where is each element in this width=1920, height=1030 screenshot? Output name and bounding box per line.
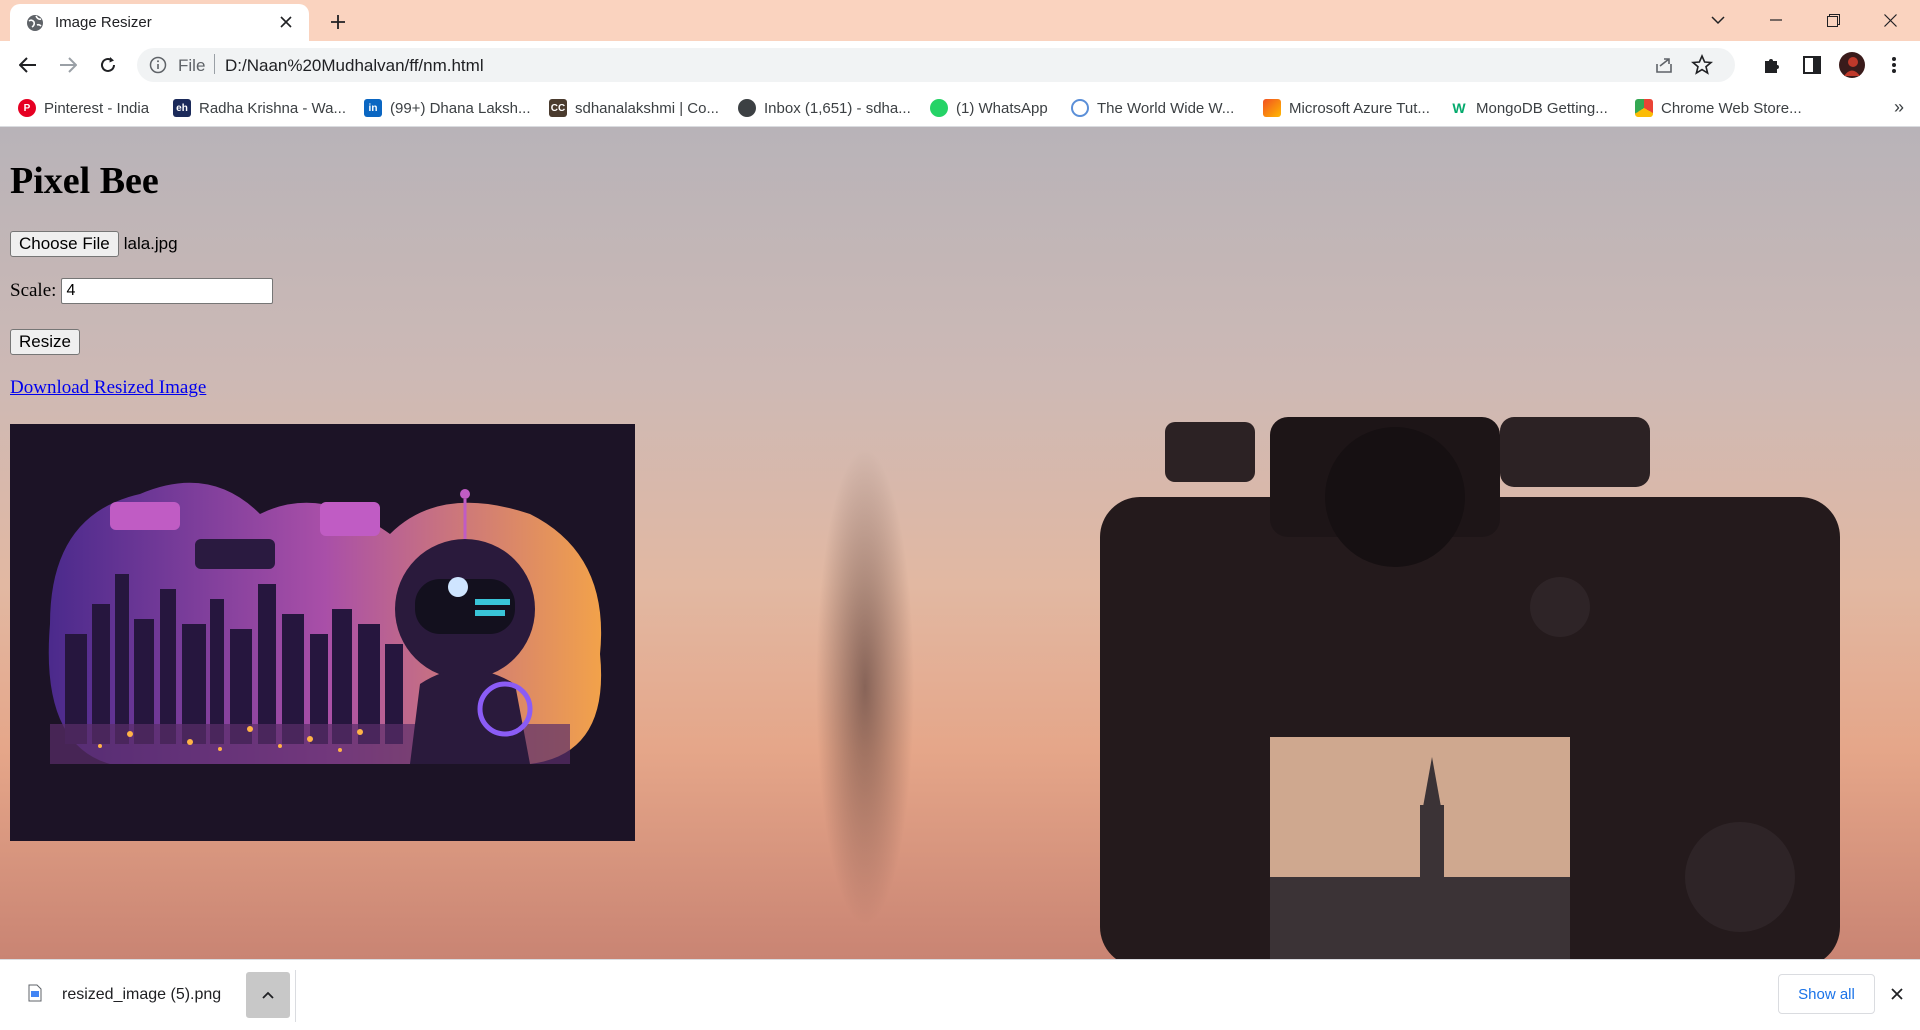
shelf-divider bbox=[295, 970, 296, 1022]
url-separator bbox=[214, 54, 215, 74]
search-icon bbox=[1071, 99, 1089, 117]
bookmark-label: sdhanalakshmi | Co... bbox=[575, 99, 719, 117]
bookmark-coursera[interactable]: CC sdhanalakshmi | Co... bbox=[549, 97, 719, 119]
close-icon[interactable] bbox=[275, 11, 297, 33]
resize-button[interactable]: Resize bbox=[10, 329, 80, 355]
globe-icon bbox=[26, 14, 44, 32]
resized-image-preview bbox=[10, 424, 635, 841]
bookmark-label: (99+) Dhana Laksh... bbox=[390, 99, 531, 117]
coursera-icon: CC bbox=[549, 99, 567, 117]
globe-icon bbox=[738, 99, 756, 117]
show-all-button[interactable]: Show all bbox=[1778, 974, 1875, 1014]
page-content: Pixel Bee Choose File lala.jpg Scale: Re… bbox=[0, 127, 1920, 959]
bookmark-label: Chrome Web Store... bbox=[1661, 99, 1802, 117]
tab-title: Image Resizer bbox=[55, 14, 152, 31]
scale-row: Scale: bbox=[10, 278, 274, 304]
bookmark-star-icon[interactable] bbox=[1690, 53, 1714, 80]
scale-label: Scale: bbox=[10, 280, 57, 301]
bookmark-pinterest[interactable]: P Pinterest - India bbox=[18, 97, 149, 119]
restore-icon[interactable] bbox=[1805, 0, 1861, 40]
back-icon[interactable] bbox=[12, 49, 44, 81]
download-resized-image-link[interactable]: Download Resized Image bbox=[10, 377, 206, 399]
reload-icon[interactable] bbox=[92, 49, 124, 81]
scale-input[interactable] bbox=[61, 278, 274, 304]
new-tab-button[interactable] bbox=[324, 8, 352, 36]
close-icon[interactable] bbox=[1885, 982, 1909, 1006]
chrome-webstore-icon bbox=[1635, 99, 1653, 117]
bookmark-label: Inbox (1,651) - sdha... bbox=[764, 99, 911, 117]
camera-background-image bbox=[1100, 417, 1840, 959]
image-file-icon bbox=[28, 984, 42, 1006]
file-input: Choose File lala.jpg bbox=[10, 231, 178, 257]
download-file-name: resized_image (5).png bbox=[62, 986, 222, 1003]
chevron-right-icon[interactable]: » bbox=[1894, 97, 1904, 118]
bookmark-label: MongoDB Getting... bbox=[1476, 99, 1608, 117]
site-icon: eh bbox=[173, 99, 191, 117]
bookmark-world-wide-web[interactable]: The World Wide W... bbox=[1071, 97, 1234, 119]
w3schools-icon: W bbox=[1450, 99, 1468, 117]
bookmark-linkedin[interactable]: in (99+) Dhana Laksh... bbox=[364, 97, 531, 119]
chevron-up-icon[interactable] bbox=[246, 972, 290, 1018]
side-panel-icon[interactable] bbox=[1798, 51, 1826, 79]
minimize-icon[interactable] bbox=[1748, 0, 1804, 40]
bookmark-label: Radha Krishna - Wa... bbox=[199, 99, 347, 117]
pinterest-icon: P bbox=[18, 99, 36, 117]
file-name: lala.jpg bbox=[123, 234, 178, 253]
bookmark-label: Microsoft Azure Tut... bbox=[1289, 99, 1430, 117]
address-bar[interactable]: File D:/Naan%20Mudhalvan/ff/nm.html bbox=[137, 48, 1735, 82]
bookmarks-bar: P Pinterest - India eh Radha Krishna - W… bbox=[0, 89, 1920, 127]
bookmark-mongodb[interactable]: W MongoDB Getting... bbox=[1450, 97, 1608, 119]
tab-image-resizer[interactable]: Image Resizer bbox=[10, 4, 309, 41]
bookmark-azure[interactable]: Microsoft Azure Tut... bbox=[1263, 97, 1430, 119]
bookmark-chrome-web-store[interactable]: Chrome Web Store... bbox=[1635, 97, 1802, 119]
download-item[interactable]: resized_image (5).png bbox=[16, 972, 294, 1018]
menu-icon[interactable] bbox=[1880, 51, 1908, 79]
bookmark-label: Pinterest - India bbox=[44, 99, 150, 117]
info-icon[interactable] bbox=[149, 56, 167, 78]
page-title: Pixel Bee bbox=[10, 160, 159, 202]
bookmark-label: (1) WhatsApp bbox=[956, 99, 1048, 117]
url-scheme: File bbox=[178, 56, 206, 75]
linkedin-icon: in bbox=[364, 99, 382, 117]
bookmark-label: The World Wide W... bbox=[1097, 99, 1235, 117]
azure-icon bbox=[1263, 99, 1281, 117]
forward-icon[interactable] bbox=[52, 49, 84, 81]
tab-search-icon[interactable] bbox=[1690, 0, 1746, 40]
url-text[interactable]: D:/Naan%20Mudhalvan/ff/nm.html bbox=[225, 56, 484, 76]
window-close-icon[interactable] bbox=[1862, 0, 1918, 40]
bookmark-radha-krishna[interactable]: eh Radha Krishna - Wa... bbox=[173, 97, 346, 119]
bookmark-inbox[interactable]: Inbox (1,651) - sdha... bbox=[738, 97, 911, 119]
choose-file-button[interactable]: Choose File bbox=[10, 231, 119, 257]
avatar[interactable] bbox=[1838, 51, 1866, 79]
whatsapp-icon bbox=[930, 99, 948, 117]
bookmark-whatsapp[interactable]: (1) WhatsApp bbox=[930, 97, 1048, 119]
share-icon[interactable] bbox=[1653, 54, 1675, 80]
browser-toolbar: File D:/Naan%20Mudhalvan/ff/nm.html bbox=[0, 41, 1920, 89]
tab-strip: Image Resizer bbox=[0, 0, 1920, 41]
download-shelf: resized_image (5).png Show all bbox=[0, 959, 1920, 1030]
extensions-icon[interactable] bbox=[1758, 51, 1786, 79]
